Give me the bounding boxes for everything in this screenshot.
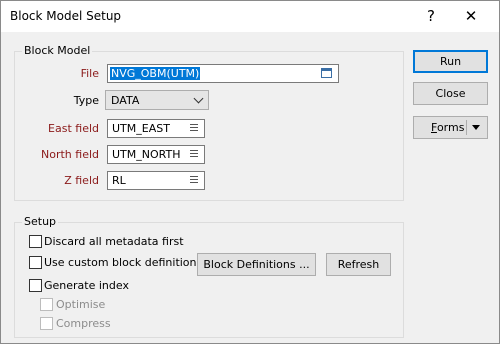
dialog-window: Block Model Setup ? ✕ Block Model File N… — [0, 0, 500, 344]
browse-icon[interactable] — [321, 68, 332, 78]
list-icon[interactable] — [190, 124, 198, 133]
type-dropdown[interactable]: DATA — [105, 90, 209, 110]
list-icon[interactable] — [190, 176, 198, 185]
run-button[interactable]: Run — [413, 50, 488, 73]
generate-index-checkbox[interactable] — [29, 279, 42, 292]
discard-metadata-label: Discard all metadata first — [44, 235, 184, 248]
refresh-button[interactable]: Refresh — [326, 253, 391, 276]
generate-index-label: Generate index — [44, 279, 129, 292]
north-field-label: North field — [41, 148, 99, 161]
forms-button[interactable]: Forms — [413, 116, 488, 139]
block-model-legend: Block Model — [22, 44, 93, 57]
optimise-label: Optimise — [56, 298, 106, 311]
dropdown-arrow-icon[interactable] — [472, 125, 480, 130]
z-field-value: RL — [112, 174, 126, 187]
file-label: File — [80, 67, 99, 80]
forms-separator — [466, 120, 467, 135]
z-field-input[interactable]: RL — [107, 171, 205, 190]
east-field-label: East field — [48, 122, 99, 135]
help-button[interactable]: ? — [411, 1, 451, 32]
use-custom-defs-label: Use custom block definitions — [44, 256, 203, 269]
discard-metadata-checkbox[interactable] — [29, 235, 42, 248]
list-icon[interactable] — [190, 150, 198, 159]
type-label: Type — [73, 94, 99, 107]
east-field-input[interactable]: UTM_EAST — [107, 119, 205, 138]
compress-label: Compress — [56, 317, 111, 330]
optimise-checkbox[interactable] — [40, 298, 53, 311]
block-definitions-button[interactable]: Block Definitions ... — [197, 253, 316, 276]
compress-checkbox[interactable] — [40, 317, 53, 330]
north-field-value: UTM_NORTH — [112, 148, 181, 161]
east-field-value: UTM_EAST — [112, 122, 170, 135]
file-value: NVG_OBM(UTM) — [110, 67, 201, 80]
window-title: Block Model Setup — [10, 9, 122, 23]
type-value: DATA — [111, 94, 140, 107]
close-window-button[interactable]: ✕ — [451, 1, 491, 32]
setup-legend: Setup — [22, 215, 59, 228]
file-input[interactable]: NVG_OBM(UTM) — [107, 64, 339, 83]
forms-label: Forms — [431, 121, 465, 134]
chevron-down-icon — [193, 93, 204, 104]
close-button[interactable]: Close — [413, 82, 488, 105]
title-bar: Block Model Setup ? ✕ — [1, 1, 499, 32]
z-field-label: Z field — [64, 174, 99, 187]
north-field-input[interactable]: UTM_NORTH — [107, 145, 205, 164]
use-custom-defs-checkbox[interactable] — [29, 256, 42, 269]
